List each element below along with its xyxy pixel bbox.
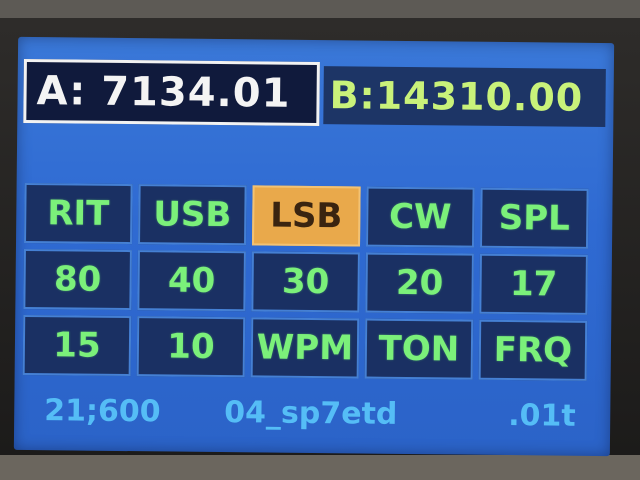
rit-button[interactable]: RIT <box>24 182 133 245</box>
split-button[interactable]: SPL <box>479 187 589 249</box>
button-grid: RIT USB LSB CW SPL 80 40 30 20 17 15 10 … <box>22 182 589 381</box>
wpm-button[interactable]: WPM <box>250 317 360 379</box>
enclosure-edge <box>0 455 640 480</box>
band-10-button[interactable]: 10 <box>136 316 246 378</box>
band-17-button[interactable]: 17 <box>479 253 588 315</box>
tft-display: A: 7134.01 B:14310.00 RIT USB LSB CW SPL… <box>13 36 615 457</box>
band-15-button[interactable]: 15 <box>22 314 132 377</box>
lsb-mode-button[interactable]: LSB <box>252 185 361 247</box>
band-80-button[interactable]: 80 <box>23 248 132 311</box>
vfo-a-display[interactable]: A: 7134.01 <box>23 58 320 127</box>
band-30-button[interactable]: 30 <box>251 251 360 313</box>
status-tuning-step: .01t <box>508 398 576 434</box>
status-callsign: 04_sp7etd <box>224 395 398 432</box>
band-40-button[interactable]: 40 <box>137 250 246 312</box>
tone-button[interactable]: TON <box>364 318 474 380</box>
cw-mode-button[interactable]: CW <box>366 186 475 248</box>
vfo-b-display[interactable]: B:14310.00 <box>323 66 606 128</box>
usb-mode-button[interactable]: USB <box>138 184 247 246</box>
frequency-button[interactable]: FRQ <box>478 319 588 381</box>
status-left-readout: 21;600 <box>44 393 161 430</box>
band-20-button[interactable]: 20 <box>365 252 474 314</box>
